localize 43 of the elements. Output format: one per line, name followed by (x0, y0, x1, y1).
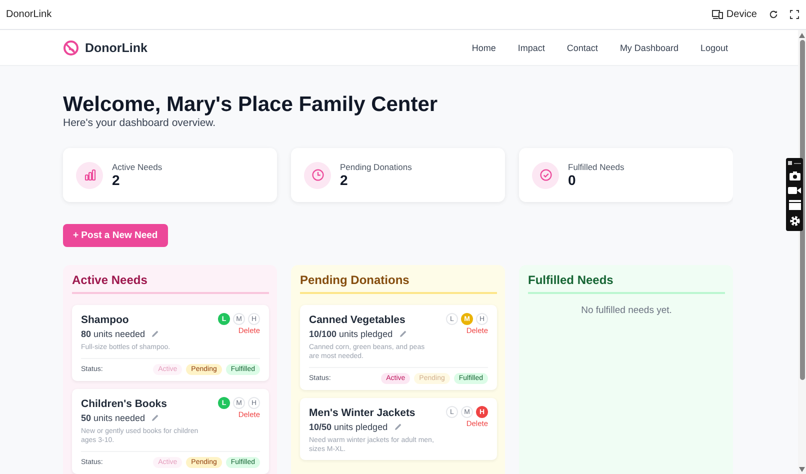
column-title: Active Needs (72, 273, 148, 289)
settings-icon[interactable] (788, 215, 800, 227)
units-text: 80 units needed (81, 329, 146, 339)
stat-label: Fulfilled Needs (568, 162, 624, 172)
post-need-button[interactable]: + Post a New Need (63, 224, 168, 247)
clock-icon (310, 168, 324, 182)
device-button[interactable]: Device (712, 9, 757, 20)
stat-label: Active Needs (112, 162, 162, 172)
devices-icon (712, 10, 724, 19)
column-title: Fulfilled Needs (528, 273, 614, 289)
nav-link[interactable]: Logout (700, 42, 728, 52)
window-icon[interactable] (788, 200, 800, 210)
need-title: Men's Winter Jackets (309, 407, 416, 419)
scroll-up-icon[interactable] (799, 33, 805, 38)
refresh-button[interactable] (769, 10, 778, 19)
window-title: DonorLink (6, 9, 53, 20)
video-camera-icon[interactable] (788, 186, 801, 195)
column-title: Pending Donations (300, 273, 410, 289)
welcome-subtitle: Here's your dashboard overview. (63, 117, 217, 129)
stat-value: 2 (112, 172, 121, 188)
stat-label: Pending Donations (340, 162, 412, 172)
units-text: 10/100 units pledged (309, 329, 393, 339)
camera-icon[interactable] (788, 171, 800, 181)
nav-link[interactable]: My Dashboard (620, 42, 678, 52)
units-text: 10/50 units pledged (309, 422, 388, 432)
stat-value: 0 (568, 172, 577, 188)
pin-icon[interactable] (788, 161, 802, 166)
fullscreen-button[interactable] (790, 10, 799, 19)
nav-link[interactable]: Home (472, 42, 496, 52)
units-text: 50 units needed (81, 413, 146, 423)
scroll-down-icon[interactable] (799, 467, 805, 472)
need-title: Children's Books (81, 398, 167, 410)
check-circle-icon (538, 168, 552, 182)
empty-message: No fulfilled needs yet. (580, 305, 673, 316)
nav-link[interactable]: Impact (518, 42, 545, 52)
brand-name: DonorLink (85, 40, 148, 54)
nav-link[interactable]: Contact (566, 42, 598, 52)
logo-icon (63, 40, 79, 56)
bar-chart-icon (82, 168, 96, 182)
welcome-heading: Welcome, Mary's Place Family Center (63, 92, 438, 118)
stat-value: 2 (340, 172, 349, 188)
need-title: Canned Vegetables (309, 314, 406, 326)
need-title: Shampoo (81, 314, 129, 326)
